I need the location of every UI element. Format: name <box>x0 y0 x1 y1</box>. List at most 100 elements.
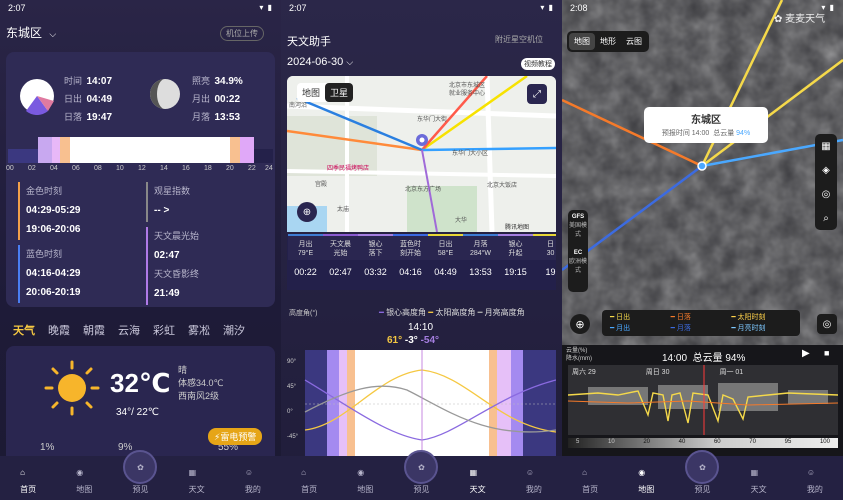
chart-legend: ━ 银心高度角 ━ 太阳高度角 ━ 月亮高度角 <box>379 307 525 318</box>
nav-map[interactable]: ◉ 地图 <box>59 468 109 495</box>
tab-evening-glow[interactable]: 晚霞 <box>48 325 70 337</box>
cloud-label: 总云量 <box>713 130 735 137</box>
tab-map[interactable]: 地图 <box>569 33 595 50</box>
event-time: 04:49 <box>434 267 457 277</box>
nearby-spots-link[interactable]: 附近星空机位 <box>495 34 543 45</box>
tab-rime[interactable]: 雾凇 <box>188 325 210 337</box>
locate-icon[interactable]: ⊕ <box>297 202 317 222</box>
calendar-icon: ▦ <box>469 468 478 477</box>
tab-rainbow[interactable]: 彩虹 <box>153 325 175 337</box>
tab-satellite[interactable]: 卫星 <box>325 83 354 102</box>
nav-map-label: 地图 <box>357 485 374 494</box>
nav-home-label: 首页 <box>582 485 599 494</box>
tab-morning-glow[interactable]: 朝霞 <box>83 325 105 337</box>
status-time: 2:08 <box>570 3 588 13</box>
current-temperature: 32℃ <box>110 368 171 398</box>
temp-range: 34°/ 22℃ <box>116 407 160 418</box>
date-selector[interactable]: 2024-06-30 ⌵ <box>287 56 353 68</box>
nav-map[interactable]: ◉ 地图 <box>621 468 671 495</box>
event-time: 19:15 <box>504 267 527 277</box>
video-tutorial-button[interactable]: 视频教程 <box>521 58 555 70</box>
viewing-index-value: -- > <box>154 205 170 216</box>
nav-forecast[interactable]: ✿ 预见 <box>677 450 727 495</box>
nav-me[interactable]: ☺ 我的 <box>228 468 278 495</box>
nav-map[interactable]: ◉ 地图 <box>340 468 390 495</box>
cloud-value: 94% <box>736 130 751 137</box>
nav-me[interactable]: ☺ 我的 <box>509 468 559 495</box>
model-ec[interactable]: EC 欧洲模式 <box>568 250 588 274</box>
sun-time: 14:07 <box>86 76 113 87</box>
event-column: 银心 落下 03:32 <box>358 234 393 290</box>
event-name: 银心 <box>368 241 383 248</box>
nav-me[interactable]: ☺ 我的 <box>790 468 840 495</box>
altitude-ticks: 90° 45° 0° -45° <box>287 350 298 450</box>
location-popup[interactable]: 东城区 预报时间 14:00 总云量 94% <box>644 107 768 143</box>
event-time: 19 <box>545 267 556 277</box>
nav-home-label: 首页 <box>20 485 37 494</box>
locate-icon[interactable]: ⊕ <box>570 314 590 334</box>
stop-icon[interactable]: ■ <box>824 348 829 358</box>
map-label: 北京大饭店 <box>487 183 518 189</box>
category-tabs: 天气 晚霞 朝霞 云海 彩虹 雾凇 潮汐 <box>13 321 258 339</box>
moonset-time: 13:53 <box>214 112 241 123</box>
astro-assistant-screen: 2:07 ▾ ▮ 天文助手 附近星空机位 2024-06-30 ⌵ 视频教程 地… <box>281 0 562 500</box>
nav-astro[interactable]: ▦ 天文 <box>172 468 222 495</box>
eraser-icon[interactable]: ◈ <box>822 165 830 176</box>
nav-forecast[interactable]: ✿ 预见 <box>115 450 165 495</box>
nav-home[interactable]: ⌂ 首页 <box>565 468 615 495</box>
model-gfs[interactable]: GFS 美国模式 <box>568 214 588 238</box>
calendar-icon: ▦ <box>188 468 197 477</box>
event-detail: 刻开始 <box>400 250 421 257</box>
legend-item: ━ 月亮时刻 <box>731 323 792 334</box>
search-icon[interactable]: ⌕ <box>823 213 829 224</box>
home-icon: ⌂ <box>301 468 306 477</box>
fullscreen-icon[interactable]: ⤢ <box>527 84 547 104</box>
cloud-map-screen: 2:08 ▾ ▮ ✿ 麦麦天气 地图 地形 云图 东城区 预报时间 14:00 … <box>562 0 843 500</box>
thunder-warning-badge[interactable]: ⚡雷电预警 <box>208 428 263 445</box>
tab-weather[interactable]: 天气 <box>13 325 35 337</box>
map-label: 东华门大小区 <box>452 151 489 157</box>
status-time: 2:07 <box>8 3 26 13</box>
nav-home[interactable]: ⌂ 首页 <box>284 468 334 495</box>
tick: 0° <box>287 409 293 415</box>
viewing-index-label: 观星指数 <box>154 186 191 196</box>
location-selector[interactable]: 东城区 ⌵ <box>6 24 56 41</box>
altitude-chart[interactable]: 90° 45° 0° -45° <box>287 350 557 458</box>
moon-altitude: -54° <box>420 335 440 346</box>
tab-terrain[interactable]: 地形 <box>595 33 621 50</box>
day-labels: 周六 29 周日 30 周一 01 <box>572 367 743 377</box>
cloud-chart[interactable]: 周六 29 周日 30 周一 01 <box>567 365 839 435</box>
camera-icon[interactable]: ◎ <box>817 314 837 334</box>
event-column: 月落 284°W 13:53 <box>463 234 498 290</box>
event-header: 日出 58°E <box>428 236 463 260</box>
model-sub: 欧洲模式 <box>568 259 587 274</box>
nav-forecast-label: 预见 <box>132 485 149 494</box>
map-view[interactable]: 地图 卫星 ⤢ 北京市东城区 就业服务中心 东华门大街 南河沿 东华门大小区 四… <box>287 76 556 232</box>
nav-forecast[interactable]: ✿ 预见 <box>396 450 446 495</box>
play-icon[interactable]: ▶ <box>802 348 810 359</box>
moonrise-label: 月出 <box>192 94 211 104</box>
tab-sea-of-clouds[interactable]: 云海 <box>118 325 140 337</box>
timeline-ticks: 00 02 04 06 08 10 12 14 16 18 20 22 24 <box>6 165 275 175</box>
astro-twilight-block: 天文晨光始 02:47 天文昏影终 21:49 <box>146 227 199 305</box>
event-time: 04:16 <box>399 267 422 277</box>
tick: 16 <box>182 165 190 172</box>
nav-astro[interactable]: ▦ 天文 <box>453 468 503 495</box>
flower-icon: ✿ <box>774 14 783 25</box>
upload-spot-button[interactable]: 机位上传 <box>220 26 264 41</box>
legend-label: 日出 <box>616 314 631 321</box>
map-attribution: 腾讯地图 <box>505 225 530 231</box>
tab-tide[interactable]: 潮汐 <box>223 325 245 337</box>
event-header: 月出 79°E <box>288 236 323 260</box>
camera-icon[interactable]: ◎ <box>822 189 831 200</box>
blue-hour-am: 04:16-04:29 <box>26 268 81 279</box>
tick: 22 <box>248 165 256 172</box>
precip-value: 1% <box>40 442 55 453</box>
tab-cloud[interactable]: 云图 <box>621 33 647 50</box>
layers-icon[interactable]: ▦ <box>821 141 830 152</box>
nav-home[interactable]: ⌂ 首页 <box>3 468 53 495</box>
nav-astro[interactable]: ▦ 天文 <box>734 468 784 495</box>
viewing-index-block[interactable]: 观星指数 -- > <box>146 182 190 222</box>
tick: 06 <box>72 165 80 172</box>
event-column: 月出 79°E 00:22 <box>288 234 323 290</box>
